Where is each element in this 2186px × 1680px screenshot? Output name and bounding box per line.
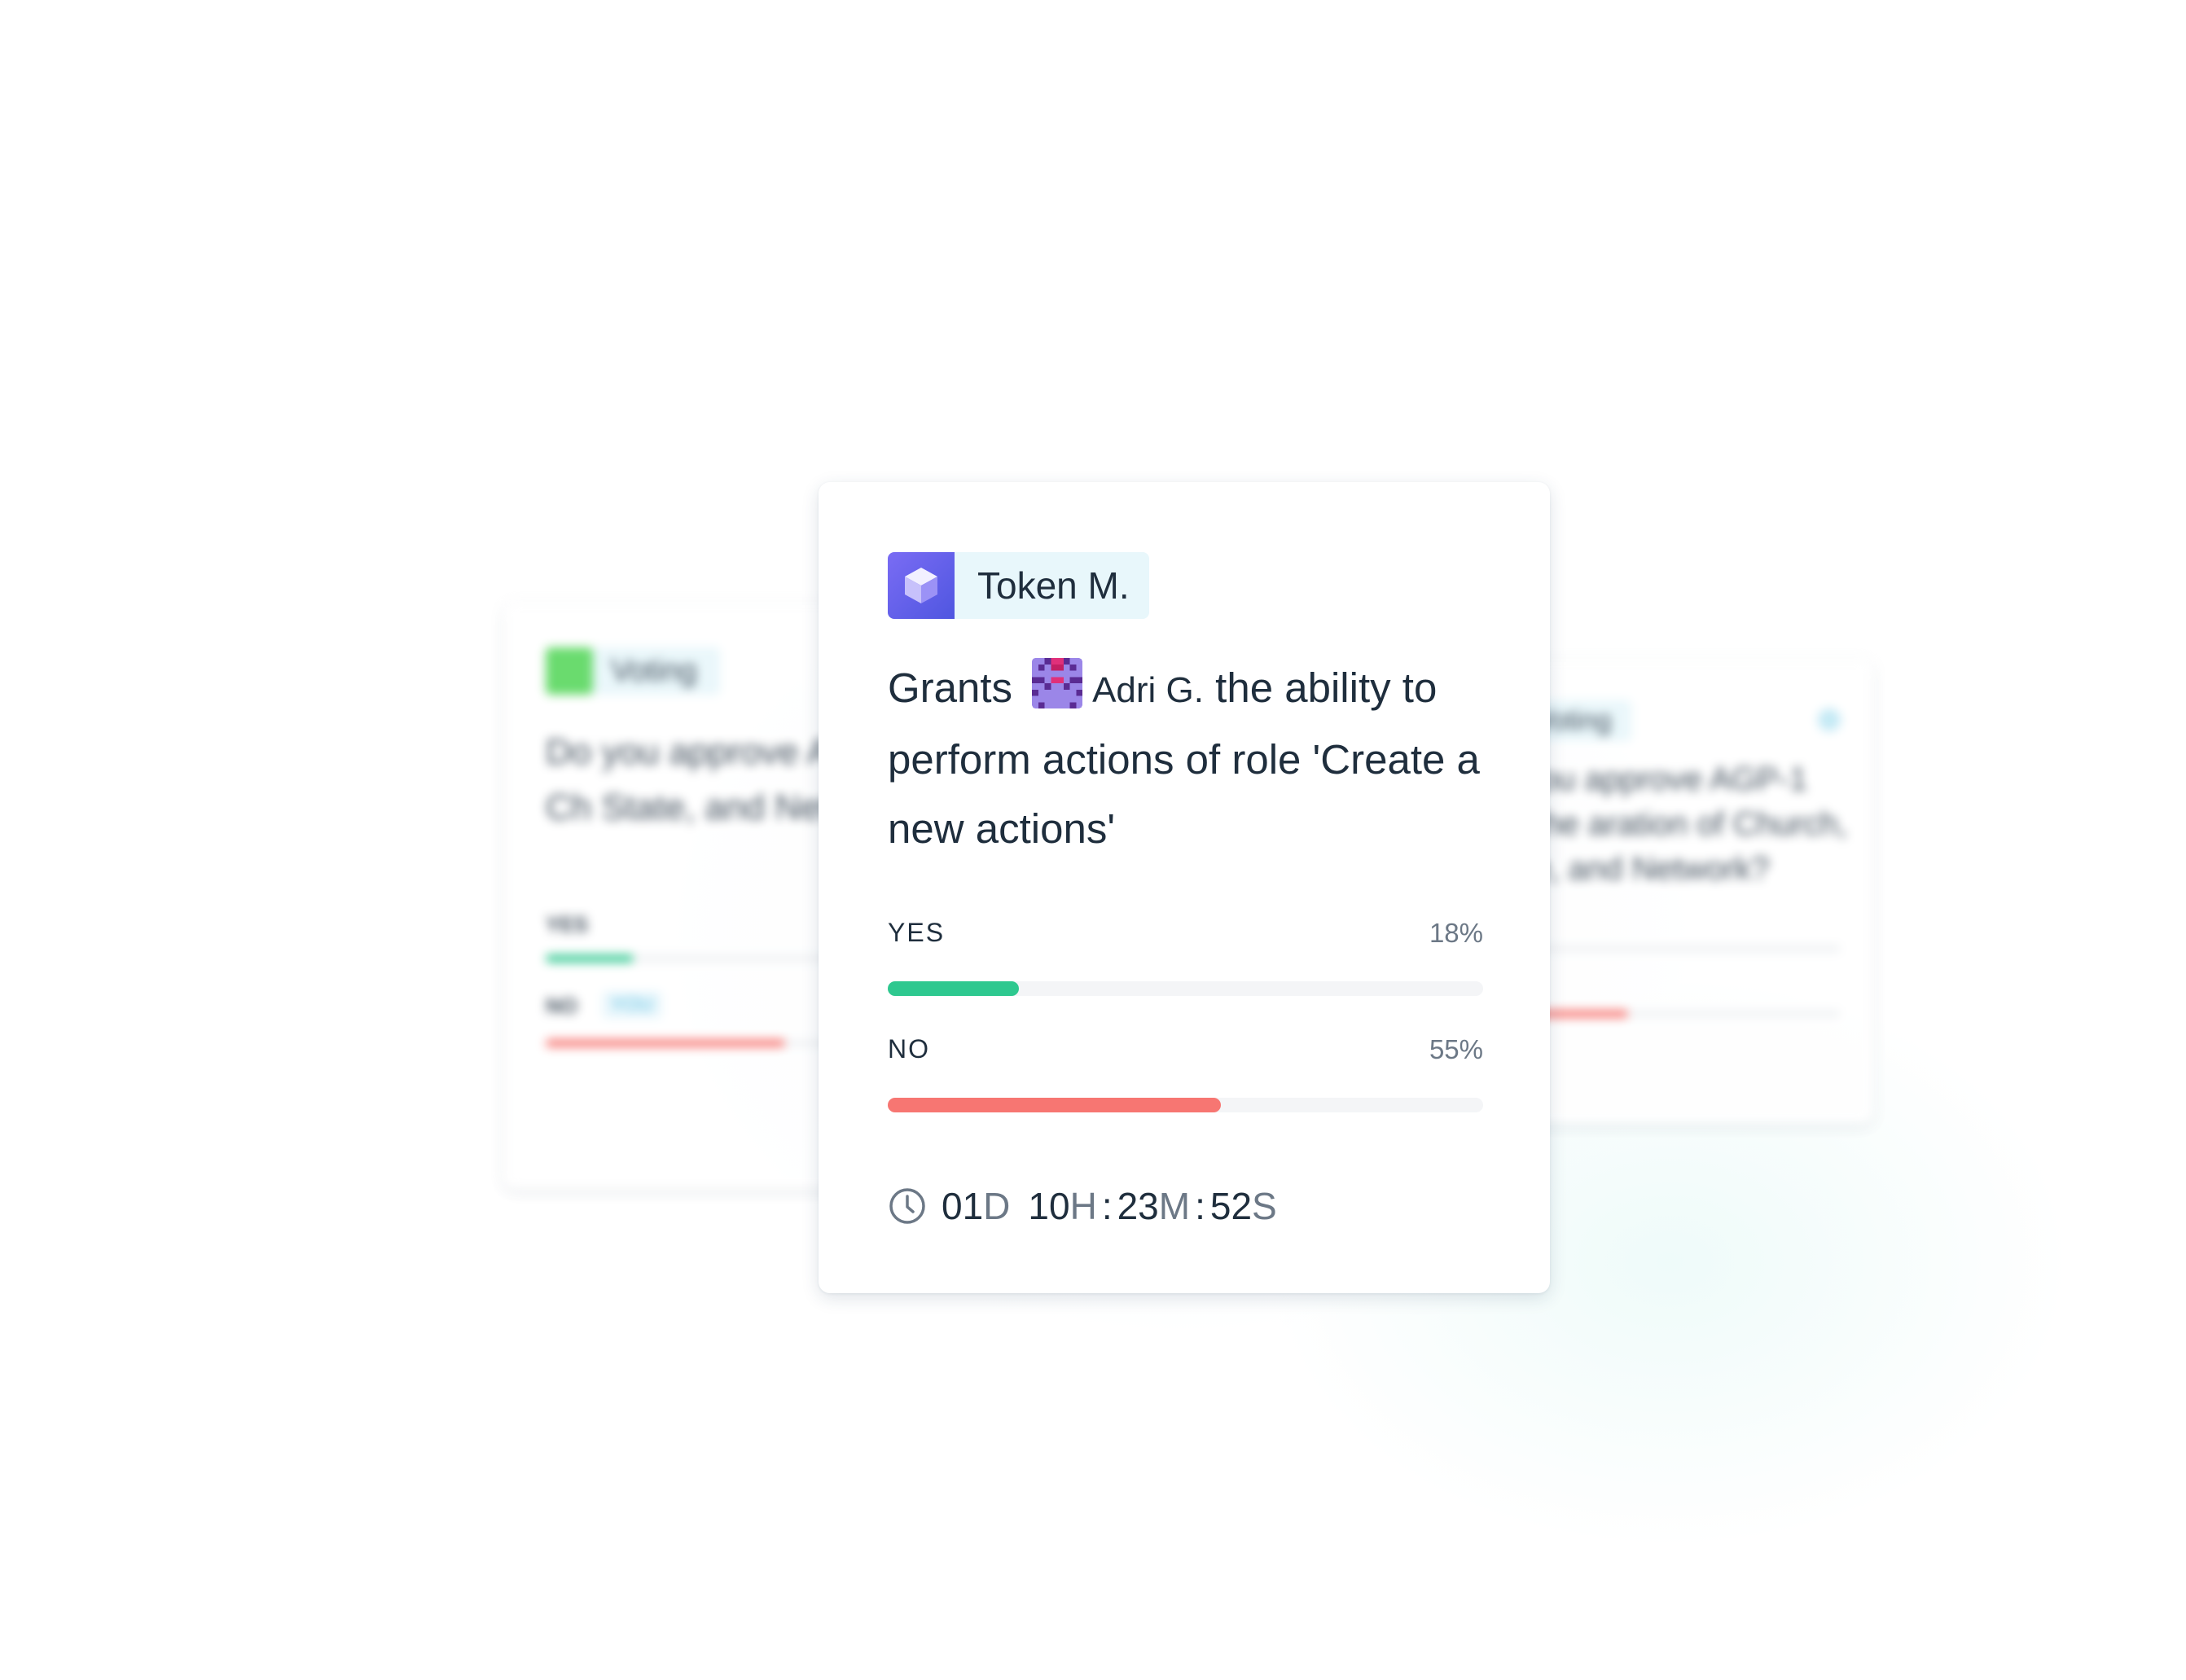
vote-description: Grants Adri G. the ability to perform ac… bbox=[888, 653, 1490, 863]
yes-label: YES bbox=[888, 918, 946, 947]
no-label: NO bbox=[546, 994, 577, 1018]
timer-separator: : bbox=[1101, 1185, 1113, 1227]
timer-hours: 10 bbox=[1028, 1185, 1070, 1227]
voting-app-icon bbox=[546, 647, 593, 695]
countdown-timer: 01 D 10 H : 23 M : 52 S bbox=[888, 1184, 1277, 1228]
yes-track bbox=[888, 981, 1483, 996]
app-tag-label: Voting bbox=[611, 653, 697, 688]
timer-minutes: 23 bbox=[1117, 1185, 1159, 1227]
timer-minutes-unit: M bbox=[1158, 1185, 1191, 1227]
you-badge: YOU bbox=[603, 992, 662, 1018]
identicon-avatar bbox=[1032, 658, 1083, 708]
clock-icon bbox=[889, 1188, 925, 1224]
description-lead: Grants bbox=[888, 665, 1013, 711]
no-track bbox=[1523, 1010, 1841, 1018]
token-label: Token M. bbox=[977, 564, 1130, 607]
timer-days-unit: D bbox=[983, 1185, 1011, 1227]
timer-hours-unit: H bbox=[1069, 1185, 1097, 1227]
timer-separator: : bbox=[1195, 1185, 1205, 1227]
yes-percent: 18% bbox=[1429, 918, 1483, 948]
no-label: NO bbox=[888, 1034, 930, 1064]
vote-question: you approve AGP-1 The aration of Church,… bbox=[1523, 761, 1847, 887]
status-dot-icon bbox=[1818, 708, 1841, 731]
vote-card-right[interactable]: Voting you approve AGP-1 The aration of … bbox=[1507, 660, 1873, 1124]
cube-icon bbox=[888, 552, 955, 619]
no-track bbox=[888, 1098, 1483, 1112]
timer-days: 01 bbox=[942, 1185, 984, 1227]
token-tag: Token M. bbox=[888, 552, 1149, 619]
timer-seconds-unit: S bbox=[1252, 1185, 1277, 1227]
no-fill bbox=[888, 1098, 1222, 1112]
timer-seconds: 52 bbox=[1209, 1185, 1253, 1227]
yes-label: YES bbox=[546, 912, 589, 937]
no-fill bbox=[546, 1039, 785, 1047]
yes-fill bbox=[546, 954, 634, 963]
yes-track bbox=[1523, 945, 1841, 953]
vote-card-main[interactable]: Token M. Grants Adri G. the ability to p… bbox=[819, 482, 1550, 1293]
mention-name[interactable]: Adri G. bbox=[1092, 670, 1204, 710]
yes-fill bbox=[888, 981, 1019, 996]
app-tag: Voting bbox=[546, 647, 720, 695]
no-percent: 55% bbox=[1429, 1034, 1483, 1064]
